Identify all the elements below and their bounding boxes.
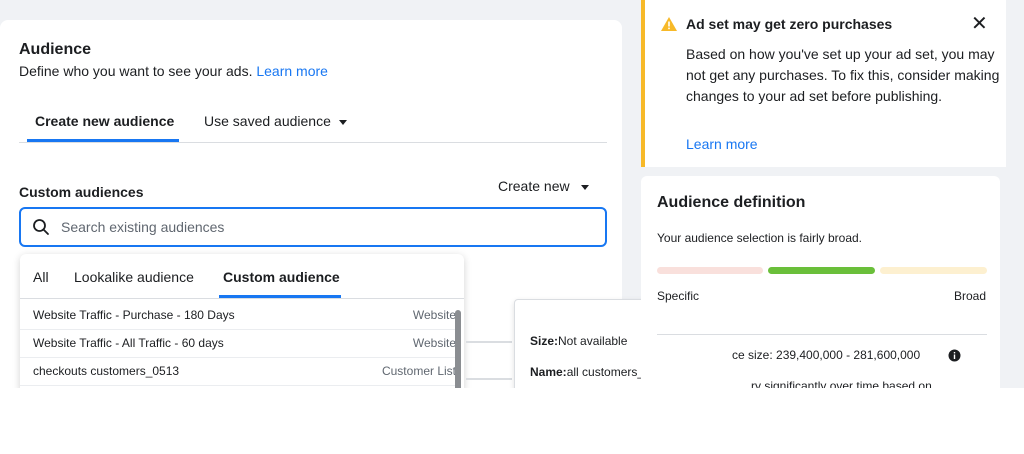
- list-item-name: Website Traffic - Purchase - 180 Days: [33, 308, 235, 322]
- warning-learn-more-link[interactable]: Learn more: [686, 136, 758, 152]
- screenshot-area: Audience Define who you want to see your…: [0, 0, 1024, 388]
- meter-segment-specific: [657, 267, 763, 274]
- tooltip-size-label: Size:: [530, 334, 559, 348]
- estimated-audience-size: ce size: 239,400,000 - 281,600,000: [732, 348, 921, 362]
- dropdown-tab-divider: [20, 298, 464, 299]
- tooltip-name-label: Name:: [530, 365, 567, 379]
- meter-label-specific: Specific: [657, 289, 700, 303]
- create-new-label: Create new: [498, 178, 570, 194]
- audience-definition-subtitle: Your audience selection is fairly broad.: [657, 231, 863, 245]
- audience-dropdown: All Lookalike audience Custom audience W…: [20, 254, 464, 388]
- background-divider: [466, 341, 512, 343]
- list-item[interactable]: Website Traffic - All Traffic - 60 days …: [20, 329, 456, 358]
- tab-create-new-audience[interactable]: Create new audience: [35, 113, 174, 129]
- caret-down-icon: [580, 184, 589, 190]
- audience-subtitle-text: Define who you want to see your ads.: [19, 63, 253, 79]
- close-icon[interactable]: ✕: [971, 14, 988, 34]
- info-icon[interactable]: [948, 349, 961, 362]
- list-item-name: checkouts customers_0513: [33, 364, 180, 378]
- list-item-name: Website Traffic - All Traffic - 60 days: [33, 336, 224, 350]
- tab-use-saved-audience[interactable]: Use saved audience: [204, 113, 347, 129]
- audience-definition-card: Audience definition Your audience select…: [641, 176, 1000, 388]
- tab-divider: [19, 142, 607, 143]
- tooltip-size: Size:Not available: [530, 334, 627, 348]
- meter-segment-broad: [880, 267, 987, 274]
- definition-divider: [657, 334, 987, 335]
- warning-icon: [661, 17, 677, 31]
- list-item[interactable]: checkouts customers_0513 Customer List: [20, 357, 456, 386]
- background-divider: [466, 378, 512, 380]
- list-item-type: Customer List: [381, 364, 456, 378]
- dropdown-tab-all[interactable]: All: [33, 269, 49, 285]
- tooltip-size-value: Not available: [558, 334, 628, 348]
- list-item-type: Website: [412, 308, 456, 322]
- dropdown-tab-custom[interactable]: Custom audience: [223, 269, 340, 285]
- warning-title: Ad set may get zero purchases: [686, 16, 893, 32]
- meter-segment-middle: [768, 267, 875, 274]
- audience-learn-more-link[interactable]: Learn more: [256, 63, 328, 79]
- audience-title: Audience: [19, 41, 92, 58]
- caret-down-icon: [338, 119, 347, 125]
- list-item[interactable]: Website Traffic - Purchase - 180 Days We…: [20, 301, 456, 330]
- create-new-button[interactable]: Create new: [498, 178, 589, 194]
- audience-subtitle: Define who you want to see your ads. Lea…: [19, 63, 328, 79]
- search-field[interactable]: [19, 207, 607, 247]
- dropdown-tab-lookalike[interactable]: Lookalike audience: [74, 269, 194, 285]
- tab-use-saved-audience-label: Use saved audience: [204, 113, 331, 129]
- meter-label-broad: Broad: [953, 289, 986, 303]
- search-input[interactable]: [59, 215, 593, 239]
- warning-banner: Ad set may get zero purchases ✕ Based on…: [641, 0, 1006, 167]
- custom-audiences-label: Custom audiences: [19, 184, 144, 200]
- audience-size-note: ry significantly over time based on: [751, 379, 932, 388]
- search-icon: [33, 219, 49, 235]
- dropdown-scrollbar[interactable]: [455, 310, 461, 388]
- list-item-type: Website: [412, 336, 456, 350]
- warning-body: Based on how you've set up your ad set, …: [686, 46, 1000, 104]
- audience-definition-title: Audience definition: [657, 194, 806, 211]
